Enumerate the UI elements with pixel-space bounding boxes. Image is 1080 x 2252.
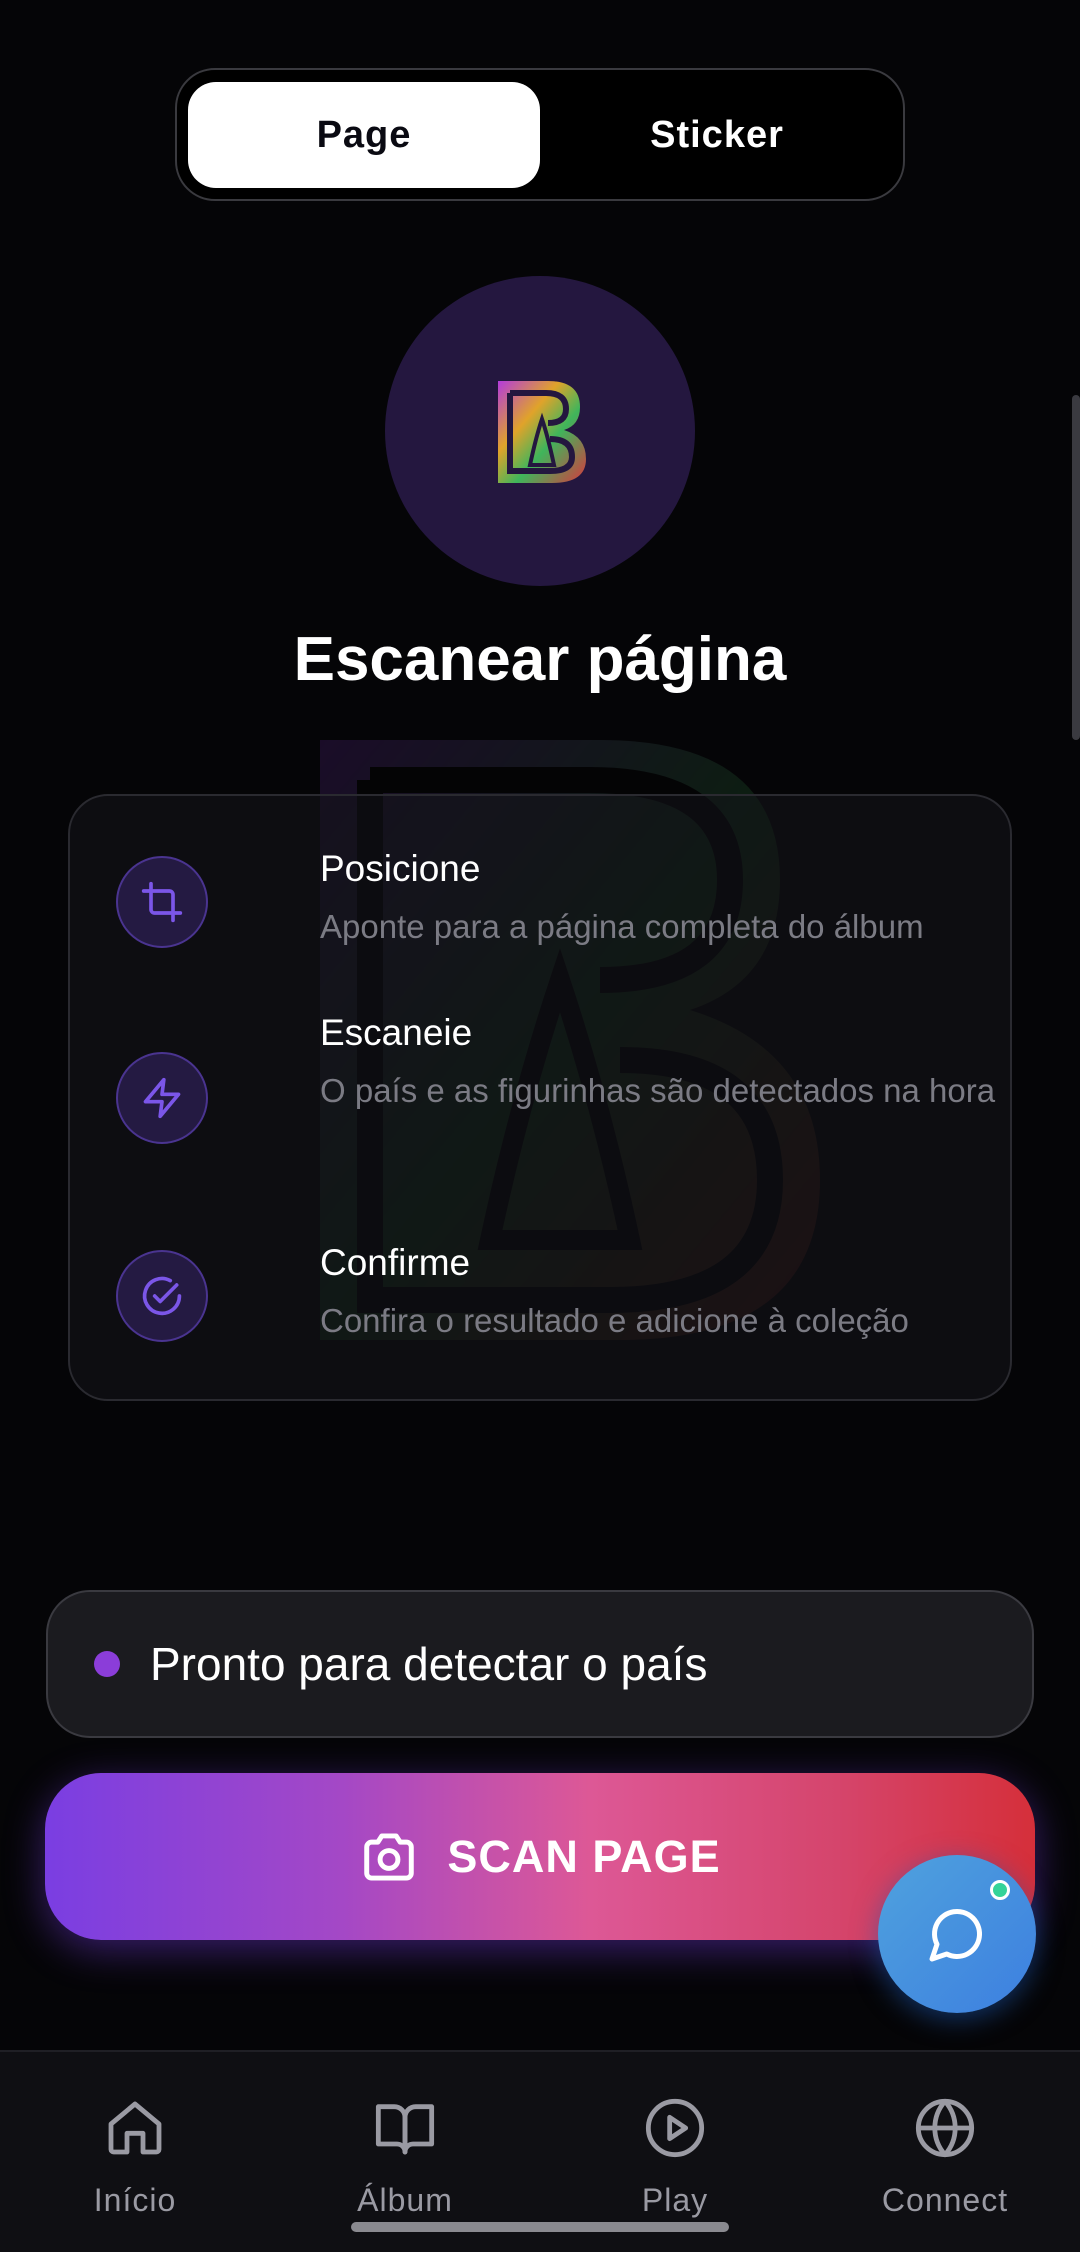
home-indicator bbox=[351, 2222, 729, 2232]
nav-label: Connect bbox=[881, 2182, 1009, 2218]
app-logo-badge bbox=[385, 276, 695, 586]
book-icon bbox=[375, 2104, 435, 2155]
nav-label: Início bbox=[93, 2182, 177, 2218]
step-title: Escaneie bbox=[320, 1012, 473, 1053]
step-description: Confira o resultado e adicione à coleção bbox=[320, 1302, 909, 1339]
nav-item-inicio[interactable]: Início bbox=[0, 2052, 270, 2252]
mode-segmented-control: Page Sticker bbox=[175, 68, 905, 201]
lightning-icon bbox=[116, 1052, 208, 1144]
page-title: Escanear página bbox=[293, 625, 787, 694]
chat-fab[interactable] bbox=[878, 1855, 1036, 2013]
scan-page-label: SCAN PAGE bbox=[447, 1830, 721, 1882]
status-dot bbox=[94, 1651, 120, 1677]
nav-item-connect[interactable]: Connect bbox=[810, 2052, 1080, 2252]
play-icon bbox=[645, 2098, 705, 2158]
online-indicator bbox=[990, 1880, 1010, 1900]
detection-status: Pronto para detectar o país bbox=[46, 1590, 1034, 1738]
chat-icon bbox=[929, 1908, 983, 1962]
check-circle-icon bbox=[116, 1250, 208, 1342]
step-title: Confirme bbox=[320, 1242, 471, 1283]
step-description: Aponte para a página completa do álbum bbox=[320, 908, 924, 945]
segment-sticker[interactable]: Sticker bbox=[541, 82, 893, 188]
status-text: Pronto para detectar o país bbox=[150, 1638, 708, 1690]
camera-icon bbox=[364, 1832, 415, 1881]
step-title: Posicione bbox=[320, 848, 481, 889]
globe-icon bbox=[915, 2098, 975, 2158]
app-logo-icon bbox=[498, 381, 586, 483]
segment-page[interactable]: Page bbox=[188, 82, 540, 188]
step-description: O país e as figurinhas são detectados na… bbox=[320, 1072, 996, 1109]
nav-label: Álbum bbox=[357, 2182, 453, 2218]
home-icon bbox=[108, 2101, 162, 2155]
nav-label: Play bbox=[641, 2182, 709, 2218]
crop-icon bbox=[116, 856, 208, 948]
steps-card: Posicione Aponte para a página completa … bbox=[68, 794, 1012, 1401]
